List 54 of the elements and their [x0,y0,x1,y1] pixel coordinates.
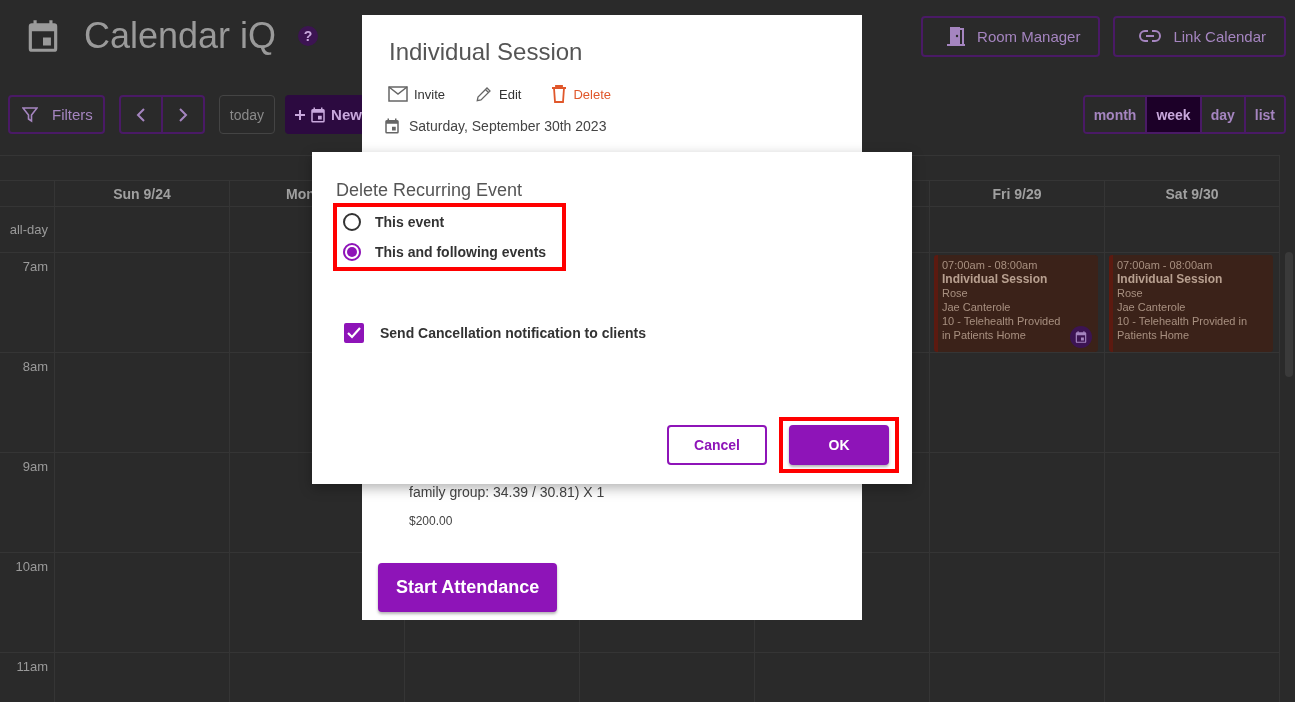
day-header: Sun 9/24 [55,181,230,207]
cancel-button[interactable]: Cancel [667,425,767,465]
event-time: 07:00am - 08:00am [942,258,1039,272]
event-detail: Jae Canterole [1117,300,1187,314]
event-detail: Rose [1117,286,1144,300]
edit-button[interactable]: Edit [475,85,522,103]
door-icon [947,26,966,46]
filter-icon [22,106,38,123]
calendar-badge-icon[interactable] [1070,326,1092,348]
radio-button[interactable] [343,243,361,261]
time-label: 9am [0,453,55,553]
view-tab[interactable]: week [1145,97,1200,132]
all-day-label: all-day [0,207,55,253]
event-detail: 10 - Telehealth Provided in Patients Home [1117,314,1249,342]
price: $200.00 [409,514,453,528]
service-detail: family group: 34.39 / 30.81) X 1 [409,484,605,500]
event-title: Individual Session [942,272,1049,286]
app-title: Calendar iQ [84,15,277,57]
filters-button[interactable]: Filters [8,95,105,134]
calendar-icon [309,105,328,124]
event-time: 07:00am - 08:00am [1117,258,1214,272]
day-header: Sat 9/30 [1105,181,1280,207]
room-manager-button[interactable]: Room Manager [921,15,1101,57]
trash-icon [551,85,568,103]
event-detail: Jae Canterole [942,300,1012,314]
modal-title: Individual Session [389,37,584,67]
time-label: 10am [0,553,55,653]
time-label: 8am [0,353,55,453]
calendar-icon [1074,330,1088,344]
time-label: 7am [0,253,55,353]
checkbox-label: Send Cancellation notification to clients [380,325,647,341]
help-button[interactable]: ? [298,26,319,46]
plus-icon [295,109,306,120]
ok-button[interactable]: OK [789,425,889,465]
envelope-icon [388,86,408,102]
time-slot[interactable] [1105,353,1280,453]
view-tab[interactable]: list [1243,97,1284,132]
calendar-icon [383,117,401,135]
link-icon [1139,30,1162,42]
chevron-right-icon [177,106,188,123]
start-attendance-button[interactable]: Start Attendance [378,563,558,612]
time-label: 11am [0,653,55,702]
event-title: Individual Session [1117,272,1224,286]
checkbox[interactable] [344,323,364,343]
event-detail: Rose [942,286,969,300]
event-detail: 10 - Telehealth Provided in Patients Home [942,314,1062,342]
radio-button[interactable] [343,213,361,231]
chevron-left-icon [135,106,146,123]
link-calendar-button[interactable]: Link Calendar [1113,15,1286,57]
time-slot[interactable] [930,353,1105,453]
radio-option[interactable]: This and following events [343,243,547,261]
radio-option[interactable]: This event [343,213,547,231]
day-header: Fri 9/29 [930,181,1105,207]
delete-button[interactable]: Delete [551,85,612,103]
